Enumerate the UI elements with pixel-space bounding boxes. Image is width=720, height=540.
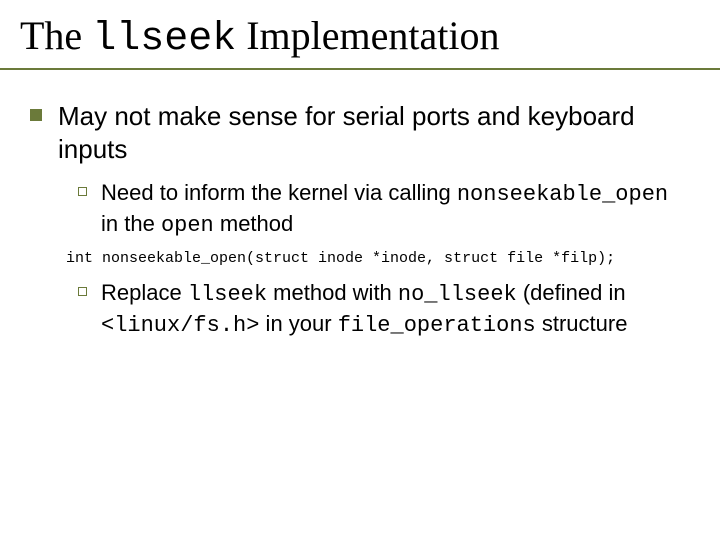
sub1-post: method (214, 211, 294, 236)
sub1-mid: in the (101, 211, 161, 236)
sub2-mid3: in your (259, 311, 337, 336)
title-underline (0, 68, 720, 70)
slide-content: May not make sense for serial ports and … (0, 100, 720, 340)
sub2-text: Replace llseek method with no_llseek (de… (101, 279, 690, 340)
hollow-square-bullet-icon (78, 287, 87, 296)
sub1-pre: Need to inform the kernel via calling (101, 180, 457, 205)
sub2-code4: file_operations (338, 313, 536, 338)
title-pre: The (20, 13, 92, 58)
title-post: Implementation (236, 13, 499, 58)
slide-title: The llseek Implementation (0, 0, 720, 68)
sub1-code2: open (161, 213, 214, 238)
sub2-pre: Replace (101, 280, 188, 305)
hollow-square-bullet-icon (78, 187, 87, 196)
sub2-mid1: method with (267, 280, 398, 305)
sub1-text: Need to inform the kernel via calling no… (101, 179, 690, 240)
sub2-mid2: (defined in (517, 280, 626, 305)
square-bullet-icon (30, 109, 42, 121)
bullet-level2-a: Need to inform the kernel via calling no… (78, 179, 690, 240)
sub2-code1: llseek (188, 282, 267, 307)
bullet-level2-b: Replace llseek method with no_llseek (de… (78, 279, 690, 340)
bullet1-text: May not make sense for serial ports and … (58, 100, 690, 165)
code-line: int nonseekable_open(struct inode *inode… (66, 250, 690, 267)
bullet-level1: May not make sense for serial ports and … (30, 100, 690, 165)
sub1-code1: nonseekable_open (457, 182, 668, 207)
title-code: llseek (92, 17, 236, 62)
sub2-code3: <linux/fs.h> (101, 313, 259, 338)
sub2-code2: no_llseek (398, 282, 517, 307)
slide: The llseek Implementation May not make s… (0, 0, 720, 540)
sub2-post: structure (536, 311, 628, 336)
